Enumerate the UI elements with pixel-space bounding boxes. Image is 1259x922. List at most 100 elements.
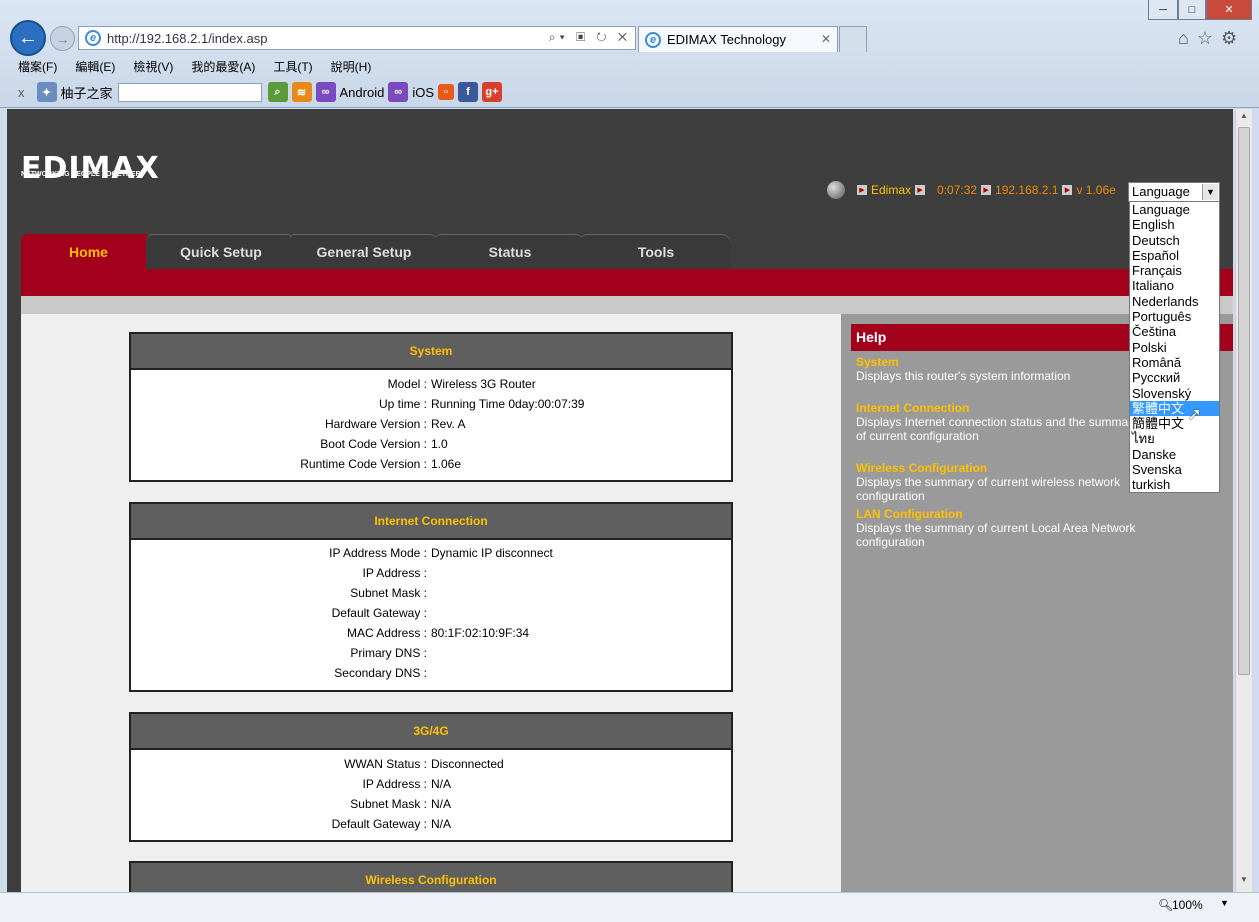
language-option[interactable]: Polski — [1130, 340, 1219, 355]
help-item-desc: Displays this router's system informatio… — [856, 369, 1071, 383]
language-option[interactable]: Čeština — [1130, 324, 1219, 339]
tab-edimax[interactable]: e EDIMAX Technology ✕ — [638, 26, 838, 52]
language-option[interactable]: turkish — [1130, 477, 1219, 492]
menu-help[interactable]: 說明(H) — [331, 58, 372, 75]
language-option[interactable]: Italiano — [1130, 278, 1219, 293]
favorites-close-icon[interactable]: x — [18, 85, 25, 100]
info-row: IP Address : — [131, 563, 731, 583]
blogger-icon[interactable]: ▫ — [438, 84, 454, 100]
status-bar: 🔍︎ 100% ▼ — [0, 892, 1259, 922]
chevron-down-icon[interactable]: ▼ — [1202, 184, 1218, 200]
language-option[interactable]: Danske — [1130, 447, 1219, 462]
new-tab-button[interactable] — [839, 26, 867, 52]
facebook-icon[interactable]: f — [458, 82, 478, 102]
language-option[interactable]: Language — [1130, 202, 1219, 217]
wwan-panel: 3G/4G WWAN Status : Disconnected IP Addre… — [129, 712, 733, 842]
back-icon[interactable]: ← — [10, 20, 46, 56]
link-icon[interactable]: ∞ — [315, 82, 336, 102]
zoom-icon[interactable]: 🔍︎ — [1158, 898, 1173, 912]
info-row: WWAN Status : Disconnected — [131, 754, 731, 774]
arrow-icon: ▶ — [981, 185, 992, 195]
info-row: Subnet Mask : — [131, 583, 731, 603]
firmware-version: v 1.06e — [1076, 183, 1116, 197]
forward-icon[interactable]: → — [50, 26, 75, 51]
language-option[interactable]: ไทย — [1130, 431, 1219, 446]
menu-tools[interactable]: 工具(T) — [273, 58, 312, 75]
language-option[interactable]: Português — [1130, 309, 1219, 324]
favorites-search-input[interactable] — [117, 82, 262, 102]
tab-home[interactable]: Home — [21, 234, 156, 269]
menu-view[interactable]: 檢視(V) — [133, 58, 173, 75]
address-bar[interactable]: e http://192.168.2.1/index.asp ⌕▾ ▣ ↻ ✕ — [78, 26, 636, 50]
system-panel-title: System — [131, 334, 731, 370]
row-value: Dynamic IP disconnect — [431, 546, 553, 560]
maximize-button[interactable]: □ — [1178, 0, 1206, 20]
help-item: Wireless Configuration Displays the summ… — [856, 461, 1146, 503]
info-row: Up time : Running Time 0day:00:07:39 — [131, 394, 731, 414]
row-key: IP Address : — [362, 566, 427, 580]
language-option-highlighted[interactable]: 繁體中文 — [1130, 400, 1219, 417]
zoom-chevron-down-icon[interactable]: ▼ — [1220, 898, 1229, 908]
info-row: Boot Code Version : 1.0 — [131, 434, 731, 454]
rss-icon[interactable]: ≋ — [291, 82, 312, 102]
android-link[interactable]: Android — [340, 85, 385, 100]
link-icon-2[interactable]: ∞ — [388, 82, 409, 102]
close-tab-icon[interactable]: ✕ — [821, 32, 831, 46]
tab-tools[interactable]: Tools — [581, 234, 731, 269]
help-item-desc: Displays the summary of current Local Ar… — [856, 521, 1136, 549]
home-star-gear-icons[interactable]: ⌂☆⚙ — [1178, 28, 1245, 49]
row-key: MAC Address : — [346, 626, 427, 640]
row-value: N/A — [431, 797, 452, 811]
info-row: Runtime Code Version : 1.06e — [131, 454, 731, 474]
menu-file[interactable]: 檔案(F) — [18, 58, 57, 75]
language-dropdown-list: Language English Deutsch Español Françai… — [1129, 201, 1220, 493]
site-label[interactable]: 柚子之家 — [61, 83, 113, 102]
arrow-icon: ▶ — [857, 185, 867, 195]
menu-edit[interactable]: 編輯(E) — [75, 58, 115, 75]
help-item-title: System — [856, 355, 899, 369]
language-option[interactable]: Español — [1130, 248, 1219, 263]
tab-quick-setup[interactable]: Quick Setup — [146, 234, 296, 269]
scroll-thumb[interactable] — [1238, 127, 1250, 675]
sub-nav-bar — [21, 296, 1233, 314]
search-icon[interactable]: ⌕ — [267, 82, 288, 102]
wireless-panel: Wireless Configuration — [129, 861, 733, 892]
language-option[interactable]: 簡體中文 — [1130, 416, 1219, 431]
help-item-title: LAN Configuration — [856, 507, 963, 521]
language-option[interactable]: Română — [1130, 355, 1219, 370]
address-tools-icon[interactable]: ⌕▾ ▣ ↻ ✕ — [549, 30, 631, 45]
info-row: Primary DNS : — [131, 643, 731, 663]
row-value: Rev. A — [431, 417, 466, 431]
zoom-level[interactable]: 100% — [1172, 898, 1203, 912]
scroll-down-icon[interactable]: ▼ — [1238, 875, 1250, 887]
row-key: Default Gateway : — [331, 817, 427, 831]
google-plus-icon[interactable]: g+ — [482, 82, 502, 102]
vertical-scrollbar[interactable]: ▲ ▼ — [1235, 109, 1252, 892]
language-option[interactable]: Русский — [1130, 370, 1219, 385]
close-window-button[interactable]: ✕ — [1206, 0, 1252, 20]
language-option[interactable]: Deutsch — [1130, 233, 1219, 248]
user-name: Edimax — [871, 183, 912, 197]
language-option[interactable]: Slovenský — [1130, 386, 1219, 401]
language-option[interactable]: Nederlands — [1130, 294, 1219, 309]
help-item-desc: Displays the summary of current wireless… — [856, 475, 1121, 503]
help-item: Internet Connection Displays Internet co… — [856, 401, 1146, 443]
internet-panel-title: Internet Connection — [131, 504, 731, 540]
menu-favorites[interactable]: 我的最愛(A) — [191, 58, 255, 75]
language-option[interactable]: English — [1130, 217, 1219, 232]
tab-general-setup[interactable]: General Setup — [289, 234, 439, 269]
row-key: IP Address Mode : — [329, 546, 427, 560]
language-option[interactable]: Svenska — [1130, 462, 1219, 477]
info-row: Secondary DNS : — [131, 663, 731, 683]
help-item-title: Wireless Configuration — [856, 461, 988, 475]
tab-status[interactable]: Status — [435, 234, 585, 269]
language-select[interactable]: Language ▼ — [1128, 182, 1220, 202]
site-logo-icon: ✦ — [36, 82, 57, 102]
ios-link[interactable]: iOS — [412, 85, 434, 100]
internet-panel: Internet Connection IP Address Mode : Dyn… — [129, 502, 733, 692]
row-key: Boot Code Version : — [320, 437, 427, 451]
minimize-button[interactable]: ─ — [1148, 0, 1178, 20]
language-option[interactable]: Français — [1130, 263, 1219, 278]
info-row: Default Gateway : N/A — [131, 814, 731, 834]
scroll-up-icon[interactable]: ▲ — [1238, 111, 1250, 123]
